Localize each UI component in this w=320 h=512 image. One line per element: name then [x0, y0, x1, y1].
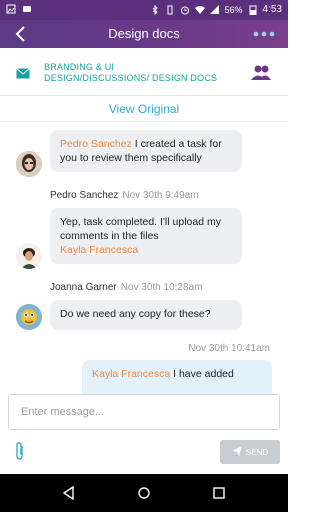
mention-link[interactable]: Kayla Francesca — [92, 368, 170, 380]
breadcrumb[interactable]: BRANDING & UI DESIGN/DISCUSSIONS/ DESIGN… — [44, 62, 219, 84]
image-icon — [6, 4, 16, 14]
message-bubble: Yep, task completed. I'll upload my comm… — [50, 208, 242, 264]
notification-icon — [22, 4, 32, 14]
composer: Enter message... SEND — [0, 394, 288, 474]
message-text: I have added — [170, 368, 234, 380]
send-icon — [231, 446, 242, 458]
view-original-link[interactable]: View Original — [0, 96, 288, 122]
timestamp: Nov 30th 10:28am — [120, 282, 203, 293]
more-options-icon[interactable] — [252, 26, 276, 42]
people-icon[interactable] — [250, 64, 272, 80]
timestamp: Nov 30th 9:49am — [122, 190, 199, 201]
battery-level: 56% — [224, 4, 243, 15]
message-meta: Nov 30th 10:41am — [184, 343, 270, 354]
battery-icon — [248, 5, 258, 15]
alarm-icon — [180, 5, 190, 15]
system-nav-bar — [0, 474, 288, 512]
nav-home-icon[interactable] — [137, 486, 151, 500]
message-bubble: Do we need any copy for these? — [50, 300, 242, 330]
nav-recents-icon[interactable] — [212, 486, 226, 500]
send-button-label: SEND — [245, 447, 269, 457]
clock: 4:53 — [262, 4, 282, 15]
author-name: Joanna Garner — [50, 282, 117, 293]
nav-back-icon[interactable] — [62, 485, 76, 501]
wifi-icon — [194, 5, 205, 15]
timestamp: Nov 30th 10:41am — [188, 343, 270, 354]
message-input[interactable]: Enter message... — [8, 394, 280, 430]
vibrate-icon — [165, 5, 175, 15]
send-button[interactable]: SEND — [220, 440, 280, 464]
mention-link[interactable]: Pedro Sanchez — [60, 138, 132, 150]
message-text: Do we need any copy for these? — [60, 308, 211, 320]
page-title: Design docs — [108, 26, 180, 41]
mention-link[interactable]: Kayla Francesca — [60, 243, 232, 257]
mail-icon — [16, 66, 30, 79]
avatar — [16, 151, 42, 177]
app-bar: Design docs — [0, 20, 288, 48]
bluetooth-icon — [150, 4, 160, 15]
status-bar: 56% 4:53 — [0, 0, 288, 20]
avatar — [16, 243, 42, 269]
breadcrumb-bar: BRANDING & UI DESIGN/DISCUSSIONS/ DESIGN… — [0, 48, 288, 96]
avatar — [16, 304, 42, 330]
author-name: Pedro Sanchez — [50, 190, 119, 201]
message-bubble: Pedro Sanchez I created a task for you t… — [50, 130, 242, 172]
signal-icon — [209, 4, 220, 15]
message-meta: Joanna Garner Nov 30th 10:28am — [50, 282, 202, 293]
message-meta: Pedro Sanchez Nov 30th 9:49am — [50, 190, 199, 201]
message-text: Yep, task completed. I'll upload my comm… — [60, 216, 221, 242]
message-bubble-own: Kayla Francesca I have added — [82, 360, 272, 394]
attachment-icon[interactable] — [14, 442, 26, 462]
message-list: Pedro Sanchez I created a task for you t… — [0, 122, 288, 394]
